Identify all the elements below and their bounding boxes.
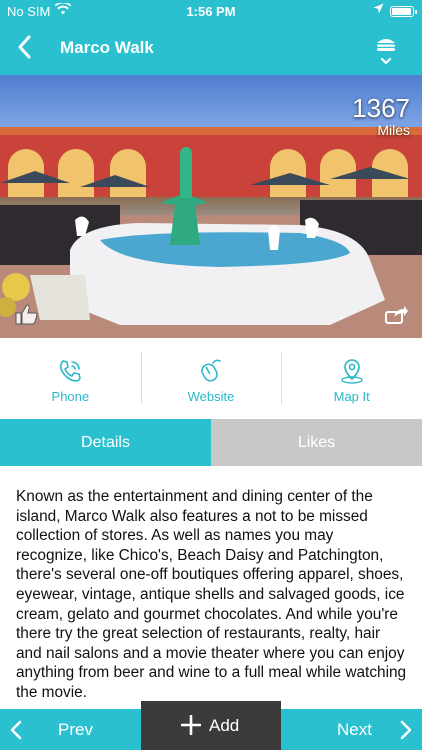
add-button[interactable]: Add: [141, 701, 281, 750]
map-it-action[interactable]: Map It: [281, 338, 422, 419]
add-label: Add: [209, 716, 240, 735]
burger-menu-icon: [377, 39, 395, 65]
back-button[interactable]: [10, 30, 40, 64]
tab-details[interactable]: Details: [0, 419, 211, 466]
chevron-left-icon: [10, 720, 22, 740]
thumbs-up-icon[interactable]: [14, 303, 38, 325]
next-button[interactable]: Next: [292, 709, 422, 750]
status-bar: No SIM 1:56 PM: [0, 0, 422, 22]
location-icon: [373, 3, 384, 17]
tab-bar: Details Likes: [0, 419, 422, 466]
website-label: Website: [187, 389, 235, 404]
chevron-right-icon: [400, 720, 412, 740]
page-title: Marco Walk: [60, 38, 154, 57]
plus-icon: [181, 715, 201, 735]
map-pin-icon: [340, 359, 363, 384]
menu-button[interactable]: [374, 34, 398, 68]
website-action[interactable]: Website: [140, 338, 282, 419]
description-text: Known as the entertainment and dining ce…: [16, 488, 407, 701]
battery-icon: [390, 6, 417, 17]
distance-value: 1367: [352, 93, 410, 123]
chevron-left-icon: [18, 35, 31, 59]
phone-action[interactable]: Phone: [0, 338, 141, 419]
tab-likes[interactable]: Likes: [211, 419, 422, 466]
prev-button[interactable]: Prev: [0, 709, 130, 750]
phone-label: Phone: [51, 389, 90, 404]
prev-label: Prev: [58, 720, 93, 739]
distance-unit: Miles: [377, 122, 410, 138]
map-it-label: Map It: [333, 389, 370, 404]
next-label: Next: [337, 720, 372, 739]
top-bar: No SIM 1:56 PM Marco Walk: [0, 0, 422, 75]
clock: 1:56 PM: [186, 4, 236, 19]
share-icon[interactable]: [384, 303, 408, 325]
location-photo: 1367 Miles: [0, 75, 422, 338]
phone-icon: [60, 360, 82, 382]
action-row: Phone Website Map It: [0, 338, 422, 419]
mouse-icon: [201, 359, 221, 382]
distance-badge: 1367 Miles: [352, 95, 410, 138]
